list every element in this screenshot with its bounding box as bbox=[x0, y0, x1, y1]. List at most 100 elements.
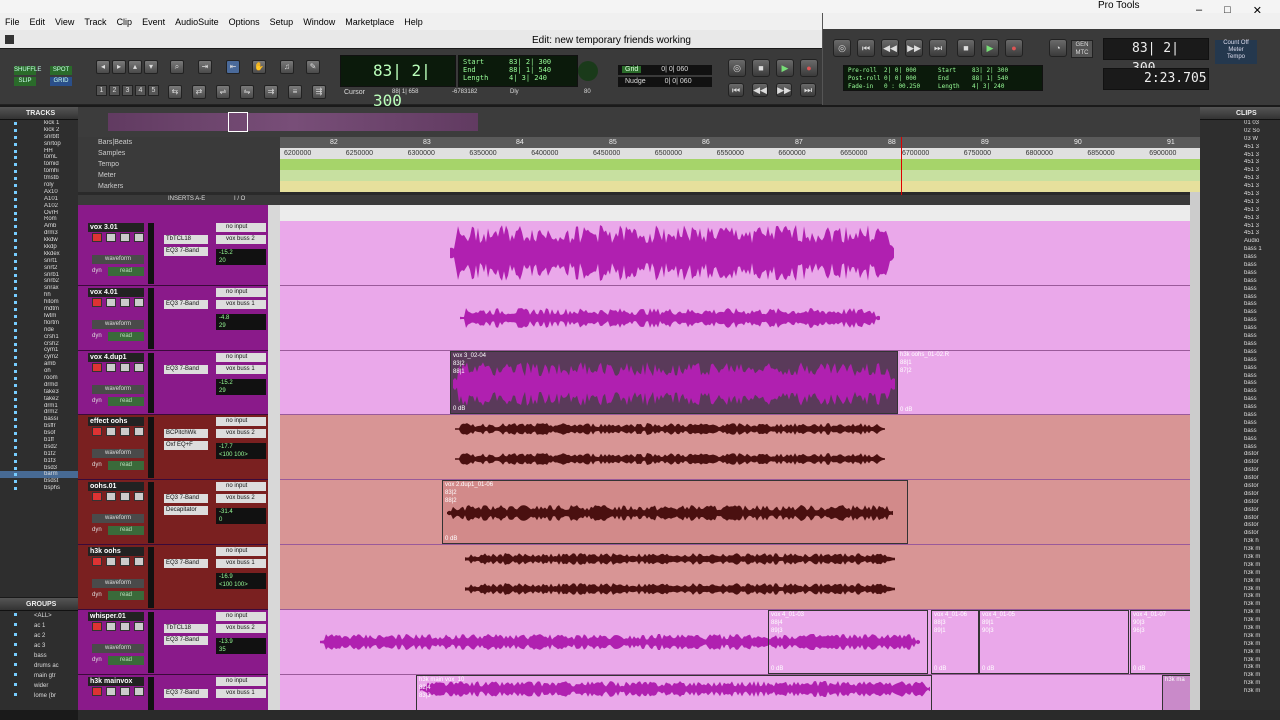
clip-list-item[interactable]: bass bbox=[1200, 404, 1280, 412]
fadein-value[interactable]: 0 : 00.250 bbox=[884, 83, 938, 91]
menu-help[interactable]: Help bbox=[399, 17, 428, 27]
menu-file[interactable]: File bbox=[0, 17, 25, 27]
clip-list-item[interactable]: h3k m bbox=[1200, 672, 1280, 680]
mute-button[interactable] bbox=[134, 686, 144, 696]
output-selector[interactable]: vox buss 2 bbox=[216, 429, 266, 439]
input-monitor-button[interactable] bbox=[106, 297, 116, 307]
clip-list-item[interactable]: bass bbox=[1200, 365, 1280, 373]
input-selector[interactable]: no input bbox=[216, 417, 266, 427]
track-list-item[interactable]: tomid bbox=[0, 161, 78, 168]
audio-region[interactable]: vox 4_01-05 89|1 90|3 0 dB bbox=[979, 609, 1129, 674]
automation-mode-selector[interactable]: read bbox=[108, 591, 144, 600]
clip-list-item[interactable]: 451 3 bbox=[1200, 199, 1280, 207]
fast-forward-button[interactable]: ▶▶ bbox=[776, 83, 792, 97]
tempo-ruler[interactable]: Tempo bbox=[78, 159, 1200, 170]
clip-list-item[interactable]: h3k m bbox=[1200, 688, 1280, 696]
universe-overview[interactable] bbox=[78, 107, 1200, 137]
track-name[interactable]: oohs.01 bbox=[88, 482, 144, 492]
menu-options[interactable]: Options bbox=[224, 17, 265, 27]
zoom-in-icon[interactable]: ▾ bbox=[144, 60, 158, 74]
samples-ruler[interactable]: Samples 6200000 6250000 6300000 6350000 6400… bbox=[78, 148, 1200, 159]
shuffle-mode-button[interactable]: SHUFFLE bbox=[14, 66, 41, 75]
clip-list-item[interactable]: bass bbox=[1200, 412, 1280, 420]
mute-button[interactable] bbox=[134, 297, 144, 307]
overview-view-box[interactable] bbox=[228, 112, 248, 132]
grid-selector[interactable]: Grid 0| 0| 060 bbox=[618, 65, 712, 75]
menu-track[interactable]: Track bbox=[79, 17, 111, 27]
track-view-selector[interactable]: waveform bbox=[92, 384, 144, 394]
clip-list-item[interactable]: bass bbox=[1200, 333, 1280, 341]
vol-pan-display[interactable]: -13.9 35 bbox=[216, 637, 266, 654]
track-list-item[interactable]: bsphs bbox=[0, 485, 78, 492]
track-list-item[interactable]: kkdw bbox=[0, 237, 78, 244]
clip-list-item[interactable]: bass bbox=[1200, 262, 1280, 270]
track-list-item[interactable]: b1ff bbox=[0, 437, 78, 444]
solo-button[interactable] bbox=[120, 621, 130, 631]
zoom-preset-3[interactable]: 3 bbox=[122, 85, 133, 96]
record-enable-button[interactable] bbox=[92, 427, 102, 437]
record-enable-button[interactable] bbox=[92, 297, 102, 307]
menu-marketplace[interactable]: Marketplace bbox=[340, 17, 399, 27]
track-list-item[interactable]: snrtop bbox=[0, 141, 78, 148]
transport-rewind-button[interactable]: ◀◀ bbox=[881, 39, 899, 57]
track-list-item[interactable]: hitom bbox=[0, 299, 78, 306]
solo-button[interactable] bbox=[120, 492, 130, 502]
transport-ff-button[interactable]: ▶▶ bbox=[905, 39, 923, 57]
track-list-item[interactable]: A102 bbox=[0, 203, 78, 210]
mute-button[interactable] bbox=[134, 233, 144, 242]
clip-list-item[interactable]: bass bbox=[1200, 373, 1280, 381]
clip-list-item[interactable]: h3k m bbox=[1200, 601, 1280, 609]
track-playlist[interactable] bbox=[280, 221, 1192, 286]
track-list-item[interactable]: kick 1 bbox=[0, 120, 78, 127]
clip-list-item[interactable]: h3k m bbox=[1200, 570, 1280, 578]
tracks-panel-title[interactable]: TRACKS bbox=[0, 107, 78, 120]
insert-slot[interactable]: EQ3 7-Band bbox=[164, 688, 208, 698]
menu-audiosuite[interactable]: AudioSuite bbox=[170, 17, 224, 27]
zoom-preset-1[interactable]: 1 bbox=[96, 85, 107, 96]
zoomer-tool-icon[interactable]: ⌕ bbox=[170, 60, 184, 74]
group-list-item[interactable]: lome (br bbox=[0, 691, 78, 701]
clip-list-item[interactable]: h3k m bbox=[1200, 664, 1280, 672]
grid-mode-button[interactable]: GRID bbox=[50, 77, 72, 86]
clip-list-item[interactable]: bass bbox=[1200, 349, 1280, 357]
vol-pan-display[interactable]: -16.9 <100 100> bbox=[216, 573, 266, 589]
nudge-selector[interactable]: Nudge 0| 0| 060 bbox=[618, 77, 712, 87]
track-name[interactable]: vox 3.01 bbox=[88, 223, 144, 232]
start-value[interactable]: 83| 2| 300 bbox=[509, 58, 551, 66]
clip-list-item[interactable]: distor bbox=[1200, 467, 1280, 475]
track-list-item[interactable]: tomhi bbox=[0, 168, 78, 175]
solo-button[interactable] bbox=[120, 233, 130, 242]
insert-slot[interactable]: EQ3 7-Band bbox=[164, 247, 208, 256]
clip-list-item[interactable]: distor bbox=[1200, 491, 1280, 499]
group-list-item[interactable]: main gtr bbox=[0, 671, 78, 681]
mirror-edit-icon[interactable]: ⇉ bbox=[264, 85, 278, 99]
clip-list-item[interactable]: 451 3 bbox=[1200, 215, 1280, 223]
clip-list-item[interactable]: h3k m bbox=[1200, 680, 1280, 688]
record-enable-button[interactable] bbox=[92, 557, 102, 566]
gen-mtc-button[interactable]: GEN MTC bbox=[1071, 40, 1093, 58]
track-list-item[interactable]: Ax10 bbox=[0, 189, 78, 196]
track-list-item[interactable]: tomL bbox=[0, 154, 78, 161]
track-list-item[interactable]: b1f2 bbox=[0, 451, 78, 458]
clip-list-item[interactable]: bass bbox=[1200, 428, 1280, 436]
rewind-button[interactable]: ◀◀ bbox=[752, 83, 768, 97]
automation-mode-selector[interactable]: read bbox=[108, 331, 144, 341]
markers-ruler[interactable]: Markers bbox=[78, 181, 1200, 192]
transport-end-value[interactable]: 88| 1| 540 bbox=[972, 75, 1008, 82]
insertion-follows-icon[interactable]: ⇋ bbox=[240, 85, 254, 99]
input-monitor-button[interactable] bbox=[106, 362, 116, 372]
track-list-item[interactable]: bsd3 bbox=[0, 465, 78, 472]
automation-mode-selector[interactable]: read bbox=[108, 461, 144, 471]
track-list-item[interactable]: tmstb bbox=[0, 175, 78, 182]
clip-list-item[interactable]: h3k h bbox=[1200, 538, 1280, 546]
menu-clip[interactable]: Clip bbox=[112, 17, 138, 27]
track-list-item[interactable]: kick 2 bbox=[0, 127, 78, 134]
track-list-item[interactable]: roly bbox=[0, 182, 78, 189]
track-list-item[interactable]: oh bbox=[0, 368, 78, 375]
clip-list-item[interactable]: h3k m bbox=[1200, 586, 1280, 594]
clip-list-item[interactable]: 451 3 bbox=[1200, 175, 1280, 183]
clip-list-item[interactable]: bass bbox=[1200, 286, 1280, 294]
track-list-item[interactable]: cym2 bbox=[0, 354, 78, 361]
transport-length-value[interactable]: 4| 3| 240 bbox=[972, 83, 1005, 90]
keyboard-focus-icon[interactable]: ≡ bbox=[288, 85, 302, 99]
